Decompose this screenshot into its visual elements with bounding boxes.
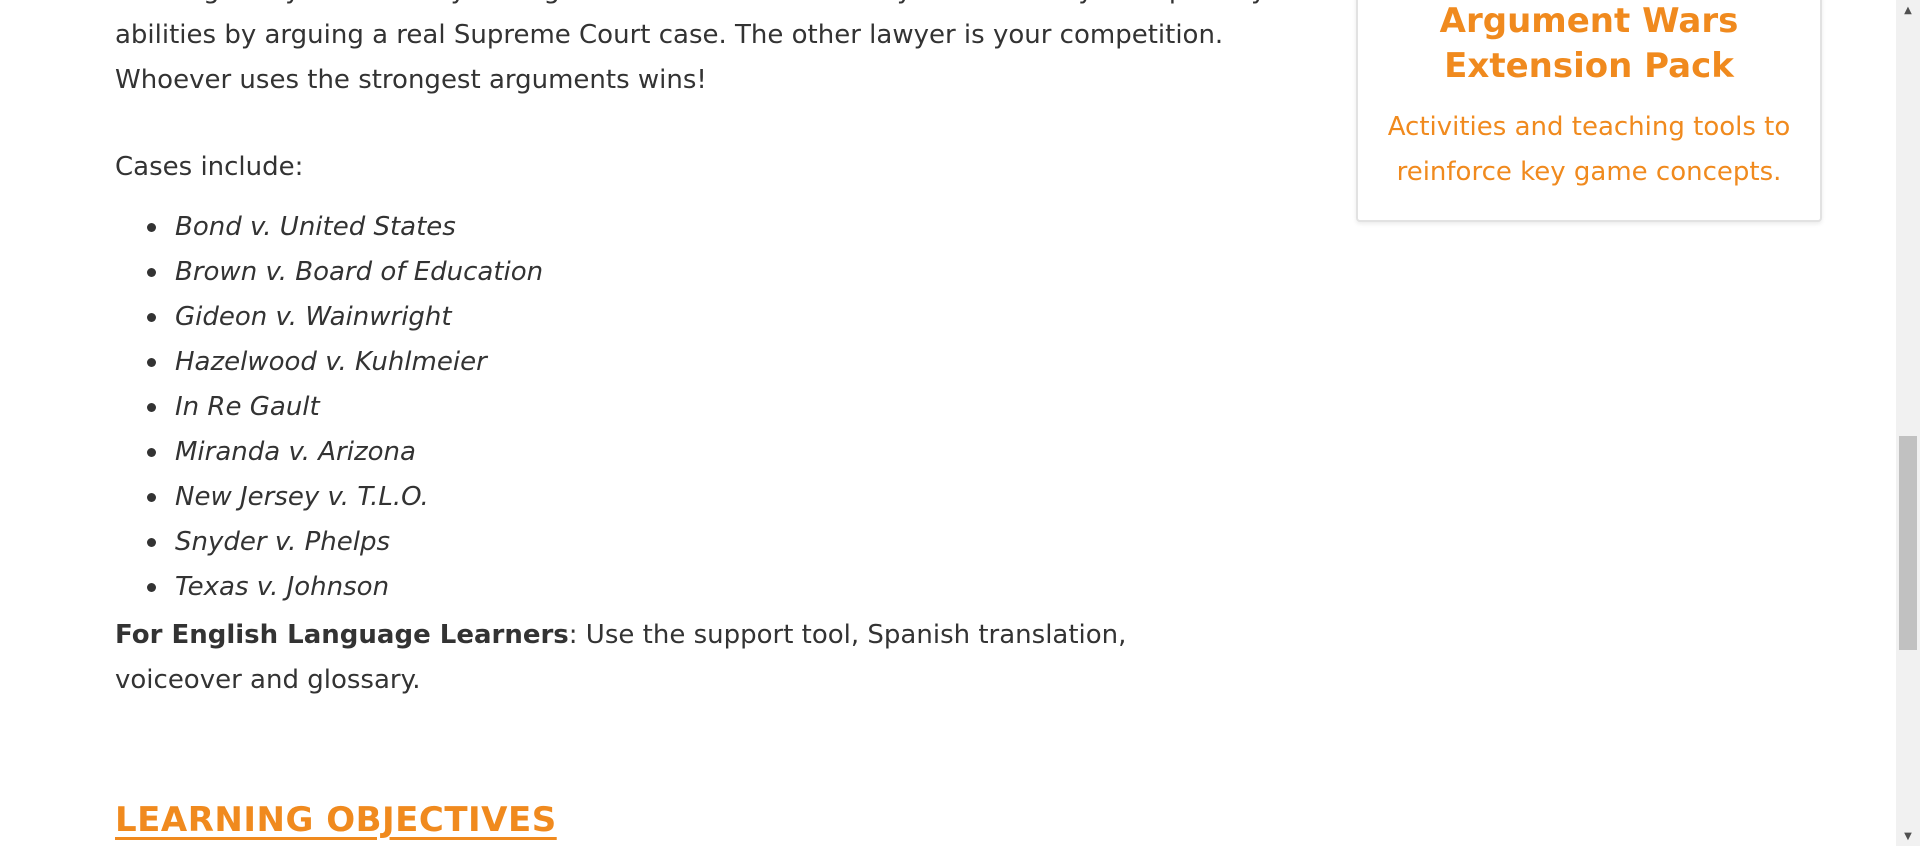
extension-pack-card[interactable]: Argument Wars Extension Pack Activities …: [1356, 0, 1822, 222]
scroll-up-icon[interactable]: ▲: [1896, 0, 1920, 20]
vertical-scrollbar[interactable]: ▲ ▼: [1896, 0, 1920, 846]
bullet-icon: [147, 493, 156, 502]
case-item: Brown v. Board of Education: [115, 250, 543, 295]
bullet-icon: [147, 313, 156, 322]
case-item: In Re Gault: [115, 385, 543, 430]
case-item: Bond v. United States: [115, 205, 543, 250]
intro-line-2: Whoever uses the strongest arguments win…: [115, 65, 707, 95]
card-description: Activities and teaching tools to reinfor…: [1387, 112, 1791, 187]
case-item: Hazelwood v. Kuhlmeier: [115, 340, 543, 385]
case-item: New Jersey v. T.L.O.: [115, 475, 543, 520]
case-item: Miranda v. Arizona: [115, 430, 543, 475]
bullet-icon: [147, 538, 156, 547]
ell-paragraph: For English Language Learners: Use the s…: [115, 613, 1225, 703]
scroll-thumb[interactable]: [1899, 436, 1917, 650]
bullet-icon: [147, 448, 156, 457]
bullet-icon: [147, 268, 156, 277]
ell-label: For English Language Learners: [115, 620, 569, 650]
intro-line-1: abilities by arguing a real Supreme Cour…: [115, 20, 1224, 50]
intro-clipped-line: In this game you will test your argument…: [115, 0, 1309, 13]
case-item: Snyder v. Phelps: [115, 520, 543, 565]
cases-label: Cases include:: [115, 152, 304, 182]
learning-objectives-heading[interactable]: LEARNING OBJECTIVES: [115, 800, 557, 840]
bullet-icon: [147, 358, 156, 367]
scroll-down-icon[interactable]: ▼: [1896, 826, 1920, 846]
card-title[interactable]: Argument Wars Extension Pack: [1358, 0, 1820, 89]
bullet-icon: [147, 403, 156, 412]
case-item: Texas v. Johnson: [115, 565, 543, 610]
bullet-icon: [147, 223, 156, 232]
cases-list: Bond v. United States Brown v. Board of …: [115, 205, 543, 610]
bullet-icon: [147, 583, 156, 592]
case-item: Gideon v. Wainwright: [115, 295, 543, 340]
